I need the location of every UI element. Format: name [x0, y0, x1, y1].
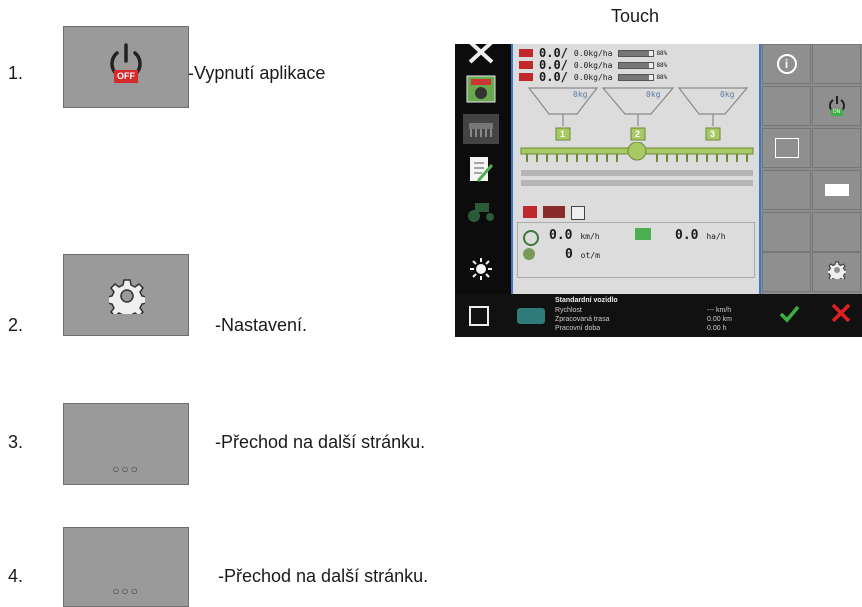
gear-icon: [826, 261, 847, 284]
rate-unit-1: 0.0kg/ha: [573, 48, 613, 58]
tools-icon[interactable]: [463, 44, 499, 68]
terminal-settings-button[interactable]: [812, 252, 861, 292]
rate-unit-2: 0.0kg/ha: [573, 60, 613, 70]
level-value-3: 88%: [656, 73, 668, 81]
alarm-icon: [523, 206, 537, 218]
terminal-screen: 0.0/ 0.0kg/ha 88% 0.0/ 0.0kg/ha 88% 0.0/…: [455, 44, 862, 337]
rate-row-2: 0.0/ 0.0kg/ha 88%: [519, 58, 668, 72]
section-control-icon: [543, 206, 565, 218]
info-icon: i: [776, 54, 797, 74]
hopper-label-1: 0kg: [573, 90, 588, 99]
item-description-2: -Nastavení.: [215, 315, 308, 335]
gear-icon: [106, 278, 148, 321]
level-value-1: 88%: [656, 49, 668, 57]
item-number-3: 3.: [8, 432, 24, 452]
power-off-icon: OFF: [104, 41, 148, 87]
tractor-dashboard-icon[interactable]: [463, 74, 499, 104]
area-value: 0.0: [675, 228, 699, 243]
speed-unit: km/h: [580, 232, 600, 241]
map-icon: [571, 206, 585, 220]
hopper-red-icon: [519, 61, 533, 69]
pump-icon: [824, 184, 849, 196]
vehicle-row-label-3: Pracovní doba: [555, 325, 601, 332]
sensor-settings-icon: [774, 138, 799, 158]
seeder-main-panel: 0.0/ 0.0kg/ha 88% 0.0/ 0.0kg/ha 88% 0.0/…: [511, 44, 761, 294]
vehicle-status-bar: Standardní vozidlo Rychlost --- km/h Zpr…: [455, 294, 862, 337]
speed-value: 0.0: [549, 228, 573, 243]
speed-readout: 0.0 km/h: [549, 228, 600, 243]
next-page-button-2[interactable]: ○○○: [63, 527, 189, 607]
vehicle-row-value-1: --- km/h: [707, 307, 732, 314]
ellipsis-icon: ○○○: [112, 584, 140, 598]
power-on-button[interactable]: ON: [812, 86, 861, 126]
item-number-4: 4.: [8, 566, 24, 586]
rpm-value: 0: [565, 247, 573, 262]
area-readout: 0.0 ha/h: [675, 228, 726, 243]
vehicle-icon: [517, 308, 545, 324]
section-number-1: 1: [560, 129, 566, 139]
rate-value-3: 0.0/: [539, 70, 568, 84]
seeder-icon[interactable]: [463, 114, 499, 144]
vehicle-row-label-1: Rychlost: [555, 307, 582, 314]
window-switch-icon[interactable]: [469, 306, 489, 326]
on-badge: ON: [832, 109, 841, 115]
pump-button[interactable]: [812, 170, 861, 210]
tractor-icon[interactable]: [463, 196, 499, 226]
sensor-settings-button[interactable]: [762, 128, 811, 168]
item-number-2: 2.: [8, 315, 24, 335]
area-icon: [635, 228, 651, 240]
item-number-1: 1.: [8, 63, 24, 83]
area-unit: ha/h: [706, 232, 726, 241]
vehicle-title: Standardní vozidlo: [555, 297, 618, 304]
info-button[interactable]: i: [762, 44, 811, 84]
checklist-icon[interactable]: [463, 154, 499, 184]
hopper-label-3: 0kg: [720, 90, 735, 99]
softkey-empty-2[interactable]: [762, 86, 811, 126]
next-page-button[interactable]: ○○○: [63, 403, 189, 485]
hopper-label-2: 0kg: [646, 90, 661, 99]
level-bar-3: [618, 73, 655, 81]
ellipsis-icon: ○○○: [112, 462, 140, 476]
rate-row-1: 0.0/ 0.0kg/ha 88%: [519, 46, 668, 60]
power-on-icon: ON: [827, 95, 847, 117]
brightness-icon[interactable]: [463, 254, 499, 284]
level-bar-2: [618, 61, 655, 69]
speed-icon: [523, 230, 539, 246]
rate-row-3: 0.0/ 0.0kg/ha 88%: [519, 70, 668, 84]
softkey-empty-1[interactable]: [812, 44, 861, 84]
settings-button[interactable]: [63, 254, 189, 336]
status-icons-row: [523, 206, 585, 220]
seeder-boom: [520, 142, 754, 186]
item-description-4: -Přechod na další stránku.: [218, 566, 429, 586]
level-bar-1: [618, 49, 655, 57]
rate-unit-3: 0.0kg/ha: [573, 72, 613, 82]
hopper-red-icon: [519, 73, 533, 81]
softkey-empty-4[interactable]: [762, 170, 811, 210]
softkey-empty-5[interactable]: [762, 212, 811, 252]
off-badge: OFF: [117, 71, 135, 81]
rpm-icon: [523, 248, 535, 260]
level-value-2: 88%: [656, 61, 668, 69]
item-description-3: -Přechod na další stránku.: [215, 432, 426, 452]
vehicle-row-label-2: Zpracovaná trasa: [555, 316, 610, 323]
left-toolbar: [455, 44, 508, 294]
right-softkeys: i ON: [761, 44, 862, 294]
hopper-red-icon: [519, 49, 533, 57]
cancel-icon[interactable]: [830, 302, 852, 329]
item-description-1: -Vypnutí aplikace: [188, 63, 326, 83]
softkey-empty-7[interactable]: [762, 252, 811, 292]
vehicle-row-value-2: 0.00 km: [707, 316, 732, 323]
rpm-readout: 0 ot/m: [565, 247, 600, 262]
section-number-2: 2: [635, 129, 641, 139]
power-off-button[interactable]: OFF: [63, 26, 189, 108]
touch-label: Touch: [611, 6, 660, 26]
softkey-empty-3[interactable]: [812, 128, 861, 168]
confirm-icon[interactable]: [778, 302, 800, 329]
rpm-unit: ot/m: [580, 251, 600, 260]
vehicle-row-value-3: 0.00 h: [707, 325, 727, 332]
section-number-3: 3: [710, 129, 716, 139]
softkey-empty-6[interactable]: [812, 212, 861, 252]
